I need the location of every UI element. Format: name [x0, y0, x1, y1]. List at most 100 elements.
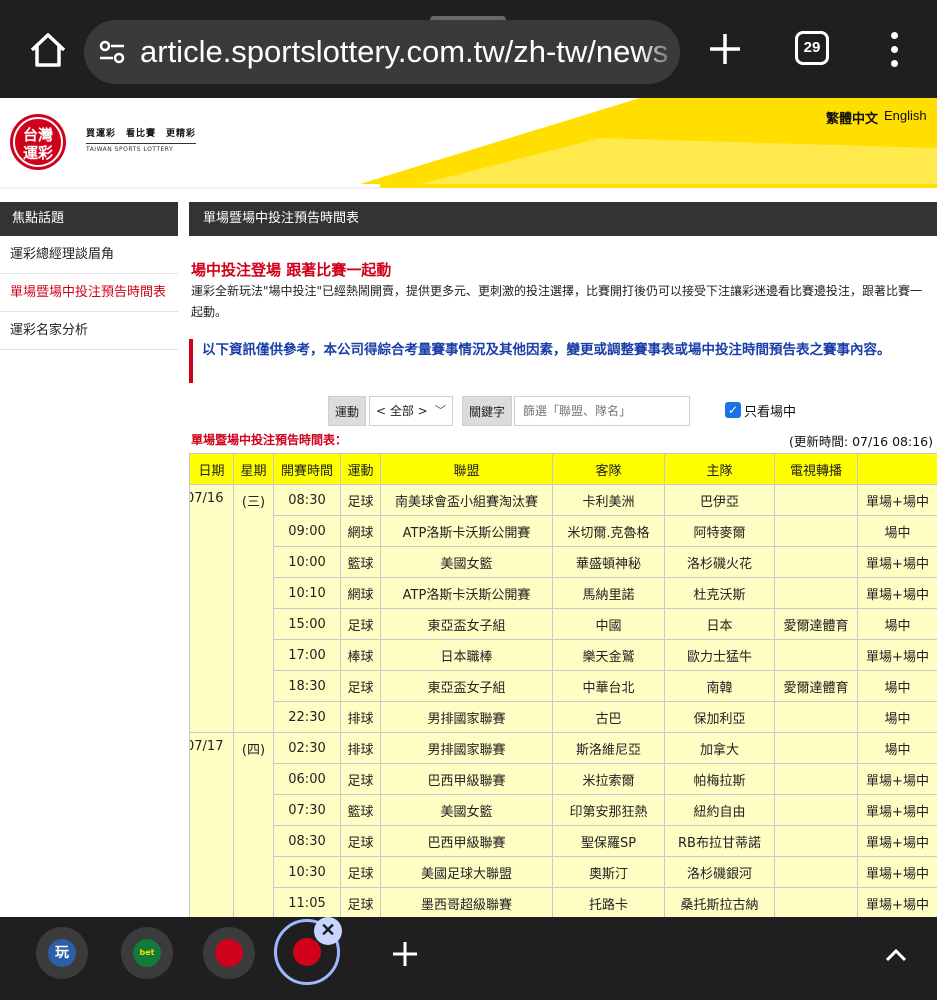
new-tab-icon[interactable] — [704, 28, 746, 70]
tab-sports-lottery-1[interactable] — [203, 927, 255, 979]
table-row: 10:30 足球 美國足球大聯盟 奧斯汀 洛杉磯銀河 單場+場中 — [190, 856, 937, 888]
close-tab-icon[interactable]: ✕ — [314, 917, 342, 945]
home-team-cell: 日本 — [664, 608, 775, 640]
address-bar[interactable]: article.sportslottery.com.tw/zh-tw/news — [84, 20, 680, 84]
chevron-down-icon: ﹀ — [435, 404, 446, 417]
home-team-cell: 巴伊亞 — [664, 484, 775, 516]
browser-tab-strip: 玩 bet ✕ — [0, 917, 937, 1000]
bet-type-cell: 場中 — [857, 701, 937, 733]
sport-cell: 網球 — [340, 577, 381, 609]
add-tab-icon[interactable] — [390, 939, 420, 969]
sport-cell: 足球 — [340, 825, 381, 857]
keyword-filter-label: 關鍵字 — [462, 396, 513, 426]
home-icon[interactable] — [26, 28, 70, 72]
table-row: 07:30 籃球 美國女籃 印第安那狂熱 紐約自由 單場+場中 — [190, 794, 937, 826]
league-cell: 男排國家聯賽 — [380, 701, 553, 733]
tv-cell — [774, 577, 858, 609]
more-menu-icon[interactable] — [884, 30, 904, 70]
bet-type-cell: 場中 — [857, 608, 937, 640]
league-cell: 男排國家聯賽 — [380, 732, 553, 764]
only-live-checkbox[interactable]: ✓ — [725, 402, 741, 418]
time-cell: 06:00 — [273, 763, 341, 795]
sports-lottery-icon — [215, 939, 243, 967]
tab-bet365[interactable]: bet — [121, 927, 173, 979]
chevron-up-icon[interactable] — [884, 947, 908, 963]
col-header-sport: 運動 — [340, 453, 381, 485]
sport-cell: 足球 — [340, 763, 381, 795]
sport-select[interactable]: < 全部 > ﹀ — [369, 396, 453, 426]
date-cell: 07/17 — [189, 732, 234, 917]
table-row: 17:00 棒球 日本職棒 樂天金鷲 歐力士猛牛 單場+場中 — [190, 639, 937, 671]
time-cell: 09:00 — [273, 515, 341, 547]
sidebar-item-gm-talk[interactable]: 運彩總經理談眉角 — [0, 236, 178, 274]
tv-cell — [774, 484, 858, 516]
away-team-cell: 馬納里諾 — [552, 577, 665, 609]
browser-toolbar: article.sportslottery.com.tw/zh-tw/news … — [0, 0, 937, 98]
tab-game-app[interactable]: 玩 — [36, 927, 88, 979]
away-team-cell: 托路卡 — [552, 887, 665, 917]
article-intro: 運彩全新玩法"場中投注"已經熱鬧開賣，提供更多元、更刺激的投注選擇，比賽開打後仍… — [191, 284, 923, 319]
sidebar: 焦點話題 運彩總經理談眉角 單場暨場中投注預告時間表 運彩名家分析 — [0, 202, 178, 350]
sports-lottery-icon — [293, 938, 321, 966]
time-cell: 10:30 — [273, 856, 341, 888]
league-cell: 日本職棒 — [380, 639, 553, 671]
bet-type-cell: 單場+場中 — [857, 639, 937, 671]
time-cell: 10:00 — [273, 546, 341, 578]
bet365-icon: bet — [133, 939, 161, 967]
league-cell: 東亞盃女子組 — [380, 670, 553, 702]
sport-cell: 足球 — [340, 887, 381, 917]
away-team-cell: 斯洛維尼亞 — [552, 732, 665, 764]
away-team-cell: 華盛頓神秘 — [552, 546, 665, 578]
time-cell: 11:05 — [273, 887, 341, 917]
home-team-cell: 桑托斯拉古納 — [664, 887, 775, 917]
col-header-type — [857, 453, 937, 485]
disclaimer-notice: 以下資訊僅供參考，本公司得綜合考量賽事情況及其他因素，變更或調整賽事表或場中投注… — [189, 339, 937, 383]
away-team-cell: 中華台北 — [552, 670, 665, 702]
col-header-tv: 電視轉播 — [774, 453, 858, 485]
lang-english[interactable]: English — [884, 108, 927, 123]
time-cell: 22:30 — [273, 701, 341, 733]
league-cell: 墨西哥超級聯賽 — [380, 887, 553, 917]
sport-cell: 棒球 — [340, 639, 381, 671]
url-text[interactable]: article.sportslottery.com.tw/zh-tw/news — [140, 34, 668, 70]
sport-select-value: < 全部 > — [376, 404, 428, 418]
home-team-cell: 歐力士猛牛 — [664, 639, 775, 671]
tv-cell — [774, 856, 858, 888]
tv-cell — [774, 825, 858, 857]
schedule-table: 日期 星期 開賽時間 運動 聯盟 客隊 主隊 電視轉播 07/16 (三) 08:3… — [189, 453, 937, 917]
tv-cell — [774, 763, 858, 795]
tv-cell — [774, 701, 858, 733]
only-live-label[interactable]: 只看場中 — [744, 401, 796, 420]
away-team-cell: 米切爾.克魯格 — [552, 515, 665, 547]
taiwan-sports-lottery-logo[interactable]: 台灣 運彩 — [8, 112, 68, 172]
table-row: 07/17 (四) 02:30 排球 男排國家聯賽 斯洛維尼亞 加拿大 場中 — [189, 732, 937, 917]
site-header: 台灣 運彩 買運彩 看比賽 更精彩 TAIWAN SPORTS LOTTERY … — [0, 98, 937, 190]
sidebar-item-schedule[interactable]: 單場暨場中投注預告時間表 — [0, 274, 178, 312]
game-app-icon: 玩 — [48, 939, 76, 967]
sport-cell: 籃球 — [340, 546, 381, 578]
sport-filter-label: 運動 — [328, 396, 367, 426]
tv-cell — [774, 546, 858, 578]
away-team-cell: 古巴 — [552, 701, 665, 733]
away-team-cell: 中國 — [552, 608, 665, 640]
bet-type-cell: 單場+場中 — [857, 825, 937, 857]
sidebar-item-expert-analysis[interactable]: 運彩名家分析 — [0, 312, 178, 350]
keyword-input[interactable]: 篩選「聯盟、隊名」 — [514, 396, 690, 426]
tv-cell — [774, 732, 858, 764]
league-cell: 美國足球大聯盟 — [380, 856, 553, 888]
home-team-cell: 杜克沃斯 — [664, 577, 775, 609]
schedule-table-viewport[interactable]: 日期 星期 開賽時間 運動 聯盟 客隊 主隊 電視轉播 07/16 (三) 08:3… — [189, 453, 937, 917]
weekday-cell: (四) — [233, 732, 274, 917]
tv-cell: 愛爾達體育 — [774, 608, 858, 640]
home-team-cell: 帕梅拉斯 — [664, 763, 775, 795]
sport-cell: 排球 — [340, 701, 381, 733]
site-settings-icon[interactable] — [98, 40, 126, 64]
svg-text:運彩: 運彩 — [23, 144, 53, 162]
away-team-cell: 米拉索爾 — [552, 763, 665, 795]
table-header-row: 日期 星期 開賽時間 運動 聯盟 客隊 主隊 電視轉播 — [189, 453, 937, 485]
time-cell: 17:00 — [273, 639, 341, 671]
tab-switcher-button[interactable]: 29 — [795, 31, 829, 65]
league-cell: 東亞盃女子組 — [380, 608, 553, 640]
lang-traditional-chinese[interactable]: 繁體中文 — [826, 108, 878, 127]
time-cell: 08:30 — [273, 484, 341, 516]
